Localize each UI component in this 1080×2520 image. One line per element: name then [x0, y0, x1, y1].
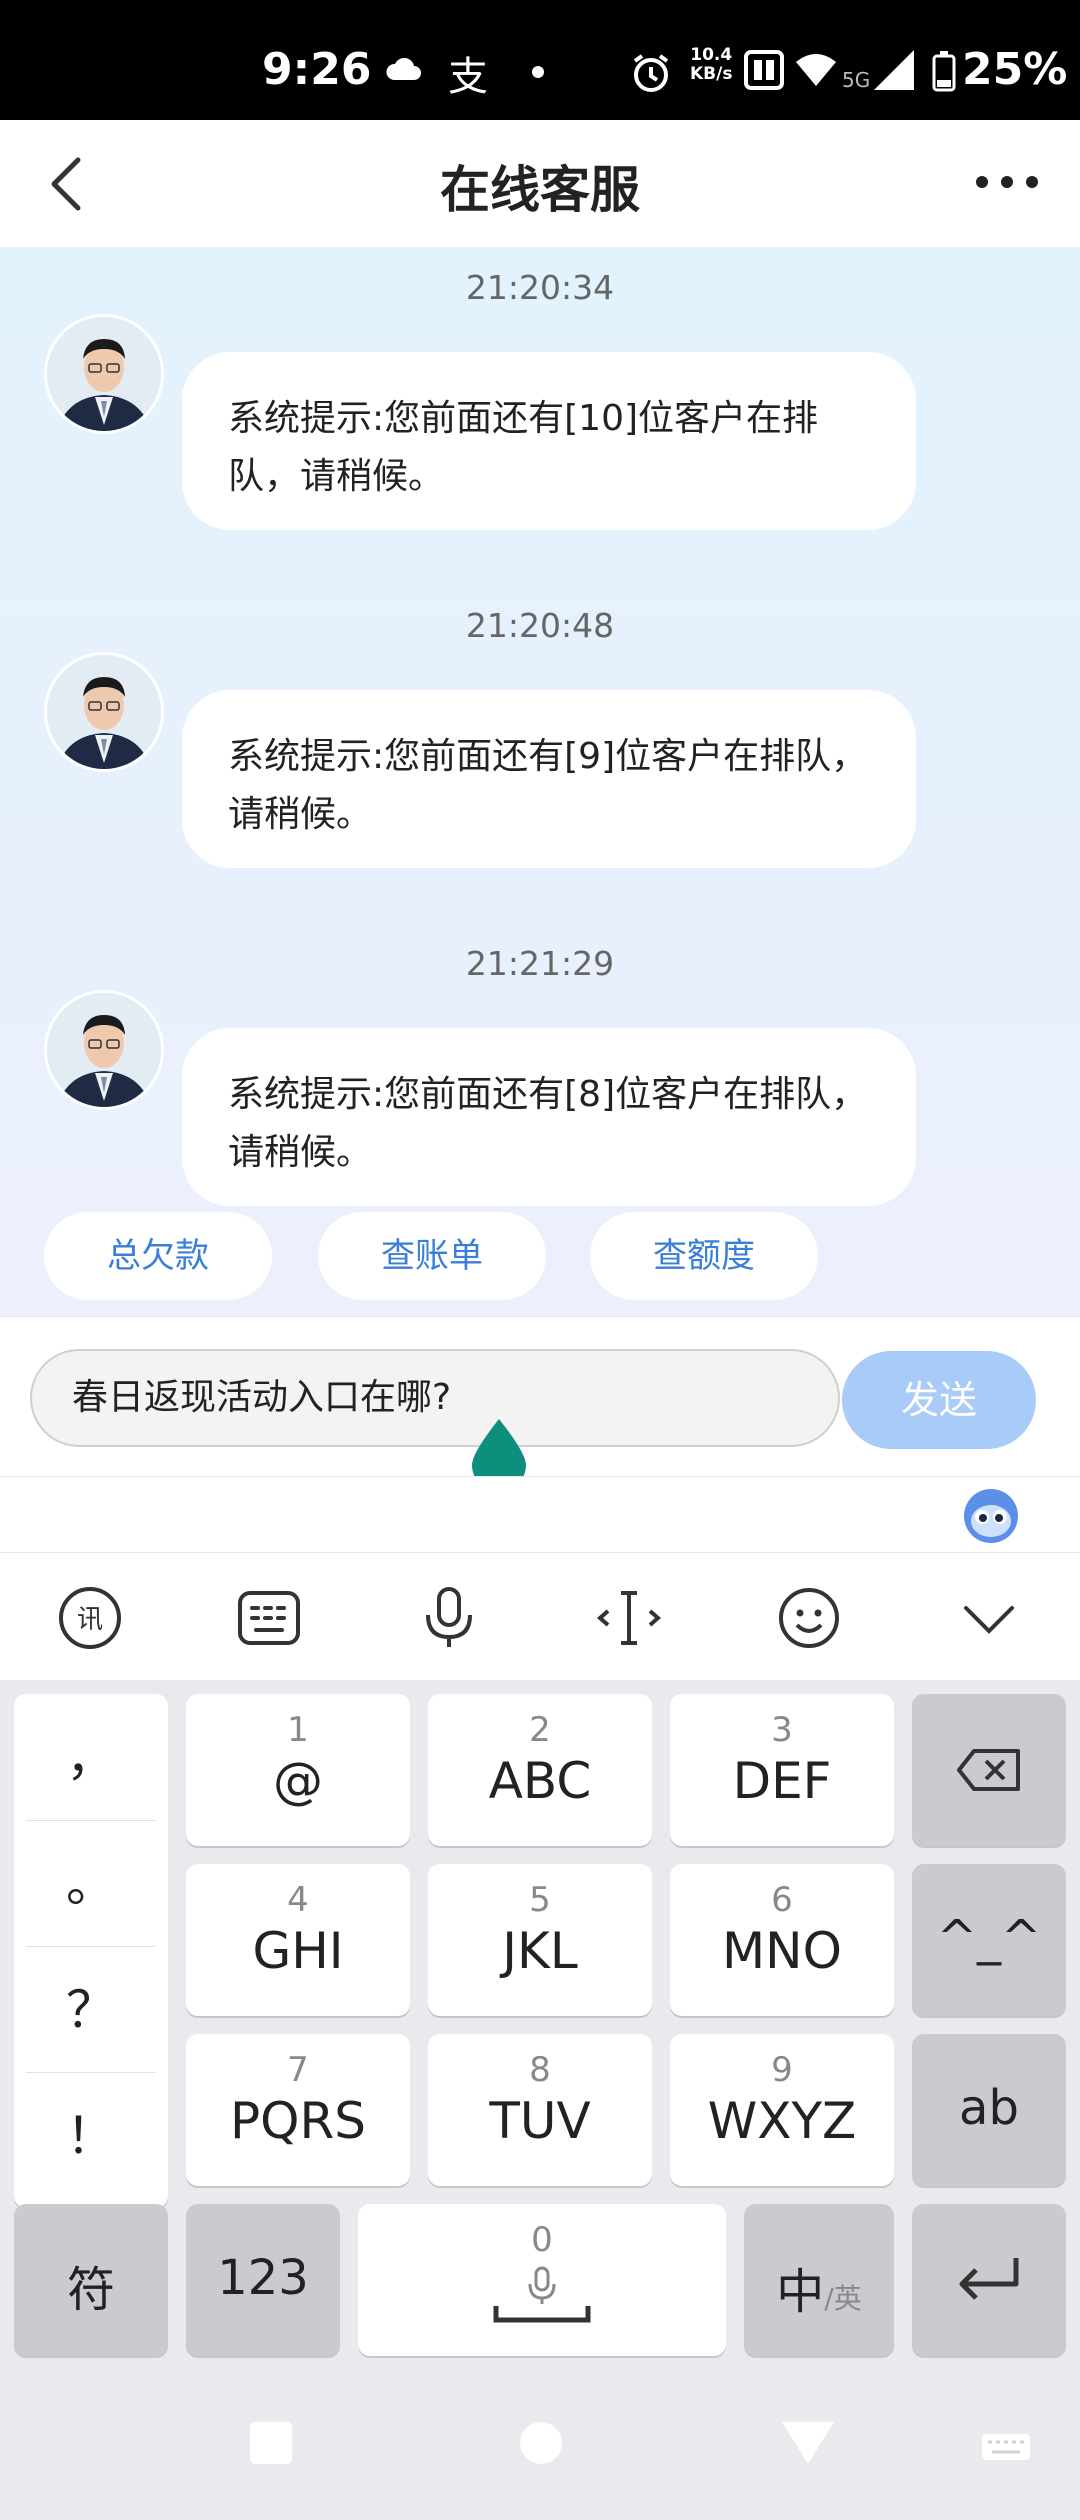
chat-area[interactable]: 21:20:34 系统提示:您前面还有[10]位客户在排队，请稍候。 21:20… [0, 248, 1080, 1316]
header: 在线客服 [0, 120, 1080, 248]
backspace-key[interactable] [912, 1694, 1066, 1846]
svg-text:讯: 讯 [77, 1605, 103, 1635]
recent-apps-icon[interactable] [248, 2420, 294, 2466]
space-key[interactable]: 0 [358, 2204, 726, 2356]
enter-key[interactable] [912, 2204, 1066, 2356]
symbol-key[interactable]: 符 [14, 2204, 168, 2356]
ime-suggestion-strip [0, 1476, 1080, 1552]
battery-level: 25% [962, 44, 1068, 95]
network-speed: 10.4 KB/s [690, 45, 733, 84]
app-notification-icon: 支 [448, 54, 488, 100]
status-bar: 9:26 支 10.4 KB/s 5G 25% [0, 0, 1080, 120]
key-1[interactable]: 1 @ [186, 1694, 410, 1846]
emoji-icon[interactable] [774, 1583, 844, 1653]
hd-icon [744, 50, 784, 90]
cloud-icon [386, 58, 421, 80]
message-bubble: 系统提示:您前面还有[10]位客户在排队，请稍候。 [182, 352, 916, 530]
key-4[interactable]: 4 GHI [186, 1864, 410, 2016]
quick-action-bill[interactable]: 查账单 [318, 1212, 546, 1300]
emoticon-key[interactable]: ^_^ [912, 1864, 1066, 2016]
message-timestamp: 21:21:29 [465, 944, 615, 983]
quick-action-total-debt[interactable]: 总欠款 [44, 1212, 272, 1300]
key-5[interactable]: 5 JKL [428, 1864, 652, 2016]
send-button[interactable]: 发送 [842, 1351, 1036, 1449]
keyboard-toolbar: 讯 [0, 1552, 1080, 1680]
key-6[interactable]: 6 MNO [670, 1864, 894, 2016]
message-input[interactable]: 春日返现活动入口在哪? [30, 1349, 840, 1447]
dot-icon [532, 66, 544, 78]
number-key[interactable]: 123 [186, 2204, 340, 2356]
keyboard-switch-icon[interactable] [980, 2432, 1032, 2462]
agent-avatar[interactable] [44, 652, 164, 772]
ime-logo-icon[interactable]: 讯 [55, 1583, 125, 1653]
punctuation-column[interactable]: ， 。 ？ ！ [14, 1694, 168, 2208]
punct-key-question[interactable]: ？ [14, 1948, 168, 2072]
keyboard-layout-icon[interactable] [234, 1583, 304, 1653]
alarm-icon [633, 54, 669, 92]
wifi-icon [796, 54, 836, 86]
key-3[interactable]: 3 DEF [670, 1694, 894, 1846]
message-bubble: 系统提示:您前面还有[9]位客户在排队，请稍候。 [182, 690, 916, 868]
microphone-icon[interactable] [414, 1583, 484, 1653]
space-bar-mic-icon [493, 2266, 591, 2323]
composer: 春日返现活动入口在哪? 发送 [0, 1316, 1080, 1492]
back-nav-icon[interactable] [780, 2420, 836, 2466]
agent-avatar[interactable] [44, 990, 164, 1110]
key-8[interactable]: 8 TUV [428, 2034, 652, 2186]
punct-key-period[interactable]: 。 [14, 1822, 168, 1946]
message-bubble: 系统提示:您前面还有[8]位客户在排队，请稍候。 [182, 1028, 916, 1206]
navigation-bar [0, 2376, 1080, 2520]
ime-mascot-icon[interactable] [962, 1487, 1020, 1545]
punct-key-exclaim[interactable]: ！ [14, 2074, 168, 2198]
enter-icon [959, 2258, 1019, 2300]
agent-avatar[interactable] [44, 314, 164, 434]
home-icon[interactable] [518, 2420, 564, 2466]
collapse-keyboard-icon[interactable] [954, 1583, 1024, 1653]
backspace-icon [957, 1749, 1020, 1791]
key-7[interactable]: 7 PQRS [186, 2034, 410, 2186]
message-timestamp: 21:20:48 [465, 606, 615, 645]
page-title: 在线客服 [440, 161, 640, 219]
battery-icon [932, 51, 956, 92]
signal-icon [874, 50, 914, 90]
network-type: 5G [842, 68, 871, 92]
language-switch-key[interactable]: 中/英 [744, 2204, 894, 2356]
ab-key[interactable]: ab [912, 2034, 1066, 2186]
more-icon[interactable] [972, 162, 1042, 202]
key-2[interactable]: 2 ABC [428, 1694, 652, 1846]
keyboard: ， 。 ？ ！ 1 @ 2 ABC 3 DEF 4 GHI 5 JKL 6 MNO ^_^ … [0, 1680, 1080, 2376]
status-time: 9:26 [262, 44, 372, 95]
message-timestamp: 21:20:34 [465, 268, 615, 307]
cursor-move-icon[interactable] [594, 1583, 664, 1653]
quick-action-credit-limit[interactable]: 查额度 [590, 1212, 818, 1300]
key-9[interactable]: 9 WXYZ [670, 2034, 894, 2186]
punct-key-comma[interactable]: ， [14, 1696, 168, 1820]
